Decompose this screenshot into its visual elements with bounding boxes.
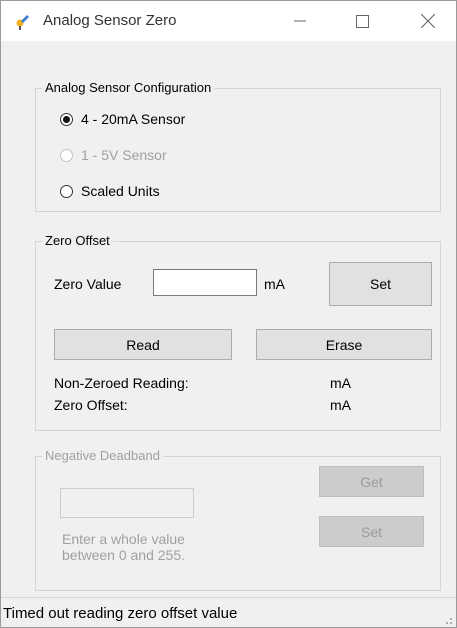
minimize-icon bbox=[294, 20, 306, 22]
zero-value-input[interactable] bbox=[153, 269, 257, 296]
non-zeroed-reading-unit: mA bbox=[330, 375, 351, 391]
radio-scaled-units-indicator[interactable] bbox=[60, 184, 73, 198]
zero-offset-unit: mA bbox=[330, 397, 351, 413]
zero-value-label: Zero Value bbox=[54, 276, 122, 292]
radio-1-5v-indicator bbox=[60, 148, 73, 162]
close-button[interactable] bbox=[405, 1, 451, 41]
set-zero-button[interactable]: Set bbox=[329, 262, 432, 306]
minimize-button[interactable] bbox=[277, 1, 323, 41]
erase-button[interactable]: Erase bbox=[256, 329, 432, 360]
radio-4-20ma-indicator[interactable] bbox=[60, 112, 73, 126]
app-icon bbox=[16, 15, 29, 30]
sensor-config-group-label: Analog Sensor Configuration bbox=[42, 80, 215, 96]
zero-offset-group-label: Zero Offset bbox=[42, 233, 113, 249]
deadband-get-button: Get bbox=[319, 466, 424, 497]
radio-1-5v-label: 1 - 5V Sensor bbox=[81, 147, 167, 163]
deadband-set-button: Set bbox=[319, 516, 424, 547]
deadband-hint-line2: between 0 and 255. bbox=[62, 547, 185, 563]
maximize-icon bbox=[355, 14, 369, 28]
radio-1-5v: 1 - 5V Sensor bbox=[60, 147, 167, 163]
status-text: Timed out reading zero offset value bbox=[3, 605, 238, 622]
non-zeroed-reading-label: Non-Zeroed Reading: bbox=[54, 375, 189, 391]
radio-4-20ma-label: 4 - 20mA Sensor bbox=[81, 111, 186, 127]
status-bar: Timed out reading zero offset value bbox=[1, 597, 456, 627]
radio-scaled-units[interactable]: Scaled Units bbox=[60, 183, 160, 199]
negative-deadband-group-label: Negative Deadband bbox=[42, 448, 163, 464]
zero-offset-label: Zero Offset: bbox=[54, 397, 128, 413]
maximize-button[interactable] bbox=[339, 1, 385, 41]
close-icon bbox=[421, 14, 435, 28]
resize-grip-icon[interactable] bbox=[443, 615, 453, 625]
read-button[interactable]: Read bbox=[54, 329, 232, 360]
window-title: Analog Sensor Zero bbox=[43, 12, 177, 29]
title-bar[interactable]: Analog Sensor Zero bbox=[1, 1, 456, 41]
zero-value-unit: mA bbox=[264, 276, 285, 292]
radio-scaled-units-label: Scaled Units bbox=[81, 183, 160, 199]
radio-4-20ma[interactable]: 4 - 20mA Sensor bbox=[60, 111, 185, 127]
analog-sensor-zero-window: Analog Sensor Zero Analog Sensor Configu… bbox=[0, 0, 457, 628]
deadband-hint-line1: Enter a whole value bbox=[62, 531, 185, 547]
deadband-value-input bbox=[60, 488, 194, 518]
